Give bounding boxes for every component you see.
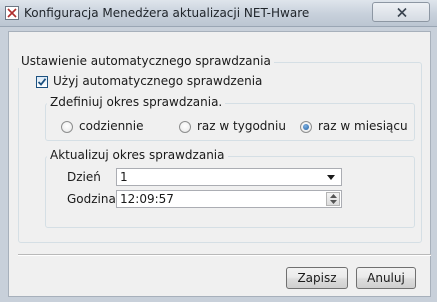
dialog-client-area: Ustawienie automatycznego sprawdzania Uż…: [8, 31, 431, 297]
hour-time-value[interactable]: 12:09:57: [120, 192, 174, 206]
radio-daily-label[interactable]: codziennie: [79, 119, 144, 133]
checkmark-icon: [37, 78, 47, 86]
footer-divider: [18, 254, 431, 256]
day-label: Dzień: [67, 170, 101, 184]
title-bar[interactable]: Konfiguracja Menedżera aktualizacji NET-…: [0, 0, 437, 27]
radio-monthly[interactable]: [300, 121, 312, 133]
radio-monthly-label[interactable]: raz w miesiącu: [318, 119, 408, 133]
auto-check-checkbox-row[interactable]: Użyj automatycznego sprawdzenia: [36, 74, 262, 90]
save-button[interactable]: Zapisz: [286, 267, 348, 289]
spin-up-icon[interactable]: [330, 194, 337, 198]
chevron-down-icon: [327, 175, 335, 180]
period-group-label: Zdefiniuj okres sprawdzania.: [47, 95, 226, 109]
app-icon: [5, 6, 19, 20]
hour-spin-buttons[interactable]: [326, 192, 340, 206]
auto-check-group-label: Ustawienie automatycznego sprawdzania: [18, 54, 274, 68]
close-button[interactable]: [372, 2, 430, 22]
spin-down-icon[interactable]: [330, 200, 337, 204]
radio-weekly-label[interactable]: raz w tygodniu: [197, 119, 286, 133]
close-icon: [397, 7, 407, 18]
window-frame: Ustawienie automatycznego sprawdzania Uż…: [0, 27, 437, 302]
config-window: Konfiguracja Menedżera aktualizacji NET-…: [0, 0, 437, 302]
hour-label: Godzina: [67, 192, 116, 206]
day-select[interactable]: 1: [116, 168, 342, 186]
window-title: Konfiguracja Menedżera aktualizacji NET-…: [24, 6, 310, 20]
hour-time-picker[interactable]: 12:09:57: [116, 190, 342, 208]
auto-check-checkbox[interactable]: [36, 76, 48, 88]
radio-weekly[interactable]: [179, 121, 191, 133]
day-select-value: 1: [120, 170, 128, 184]
auto-check-label: Użyj automatycznego sprawdzenia: [53, 74, 263, 88]
cancel-button[interactable]: Anuluj: [356, 267, 416, 289]
schedule-group-label: Aktualizuj okres sprawdzania: [47, 148, 228, 162]
radio-daily[interactable]: [61, 121, 73, 133]
